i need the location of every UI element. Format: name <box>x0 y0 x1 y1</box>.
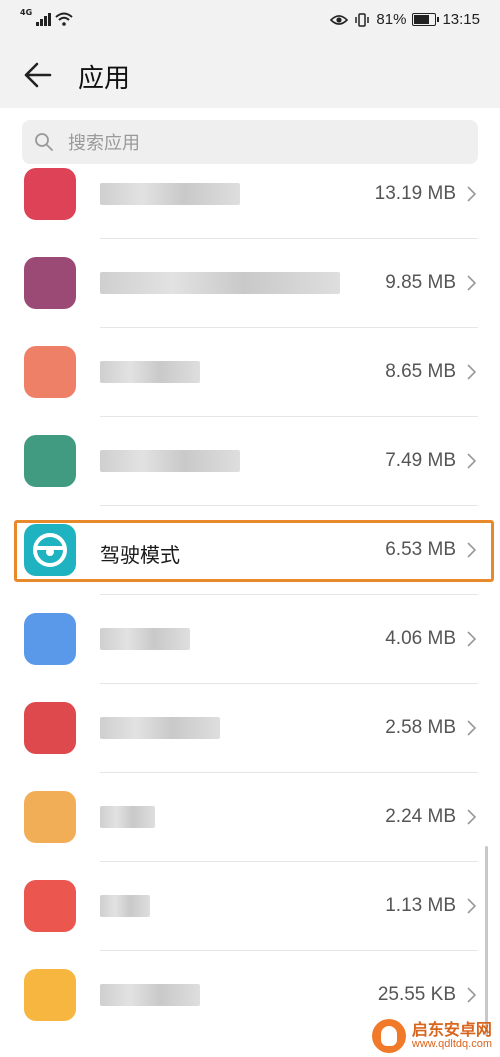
redacted-text <box>100 984 200 1006</box>
chevron-right-icon <box>467 898 477 914</box>
watermark-logo <box>371 1019 406 1053</box>
redacted-text <box>100 717 220 739</box>
app-name <box>100 183 240 207</box>
app-list-item[interactable]: 1.13 MB <box>0 862 500 951</box>
app-size: 25.55 KB <box>377 984 456 1005</box>
signal-group: 4G <box>20 8 73 26</box>
redacted-text <box>100 895 150 917</box>
app-list-item[interactable]: 13.19 MB <box>0 150 500 239</box>
app-size: 9.85 MB <box>385 272 456 293</box>
app-icon <box>24 257 76 309</box>
app-size: 1.13 MB <box>385 895 456 916</box>
chevron-right-icon <box>467 186 477 202</box>
app-size: 2.24 MB <box>385 806 456 827</box>
app-list-item[interactable]: 驾驶模式 6.53 MB <box>0 506 500 595</box>
app-list-item[interactable]: 7.49 MB <box>0 417 500 506</box>
app-name <box>100 717 220 741</box>
app-name <box>100 450 240 474</box>
chevron-right-icon <box>467 364 477 380</box>
app-bar: 应用 <box>0 42 500 108</box>
chevron-right-icon <box>467 809 477 825</box>
chevron-right-icon <box>467 453 477 469</box>
app-name <box>100 361 200 385</box>
app-icon <box>24 880 76 932</box>
redacted-text <box>100 806 155 828</box>
app-name <box>100 895 150 919</box>
status-right: 81% 13:15 <box>330 11 480 28</box>
redacted-text <box>100 272 340 294</box>
watermark: 启东安卓网 www.qdltdq.com <box>371 1019 492 1053</box>
app-list-item[interactable]: 4.06 MB <box>0 595 500 684</box>
app-name <box>100 272 340 296</box>
app-icon <box>24 791 76 843</box>
redacted-text <box>100 183 240 205</box>
app-size: 6.53 MB <box>385 539 456 560</box>
app-name <box>100 806 155 830</box>
scrollbar[interactable] <box>485 846 488 1036</box>
app-size: 7.49 MB <box>385 450 456 471</box>
page-title: 应用 <box>78 64 131 94</box>
chevron-right-icon <box>467 542 477 558</box>
app-size: 2.58 MB <box>385 717 456 738</box>
arrow-left-icon[interactable] <box>22 60 54 90</box>
app-icon <box>24 346 76 398</box>
chevron-right-icon <box>467 987 477 1003</box>
app-size: 4.06 MB <box>385 628 456 649</box>
app-name <box>100 984 200 1008</box>
redacted-text <box>100 450 240 472</box>
app-list-item[interactable]: 2.58 MB <box>0 684 500 773</box>
watermark-url: www.qdltdq.com <box>411 1037 492 1050</box>
app-list-item[interactable]: 9.85 MB <box>0 239 500 328</box>
app-icon <box>24 969 76 1021</box>
signal-icon <box>36 13 52 26</box>
network-type: 4G <box>20 8 33 17</box>
eye-comfort-icon <box>330 14 349 25</box>
chevron-right-icon <box>467 275 477 291</box>
redacted-text <box>100 628 190 650</box>
app-list-item[interactable]: 8.65 MB <box>0 328 500 417</box>
app-size: 13.19 MB <box>374 183 456 204</box>
status-bar: 4G 81% 13:15 <box>0 0 500 42</box>
search-icon <box>35 133 53 151</box>
battery-fill <box>414 15 430 24</box>
app-icon <box>24 702 76 754</box>
app-name: 驾驶模式 <box>100 543 180 567</box>
redacted-text <box>100 361 200 383</box>
chevron-right-icon <box>467 631 477 647</box>
wifi-icon <box>55 12 73 26</box>
app-icon <box>24 168 76 220</box>
app-icon <box>24 435 76 487</box>
watermark-name: 启东安卓网 <box>411 1019 492 1039</box>
vibrate-icon <box>355 12 370 27</box>
app-size: 8.65 MB <box>385 361 456 382</box>
app-list-item[interactable]: 2.24 MB <box>0 773 500 862</box>
app-icon <box>24 613 76 665</box>
chevron-right-icon <box>467 720 477 736</box>
clock: 13:15 <box>442 11 480 28</box>
battery-percent: 81% <box>376 11 407 28</box>
steering-wheel-icon <box>24 524 76 576</box>
app-name <box>100 628 190 652</box>
battery-icon <box>412 13 440 26</box>
